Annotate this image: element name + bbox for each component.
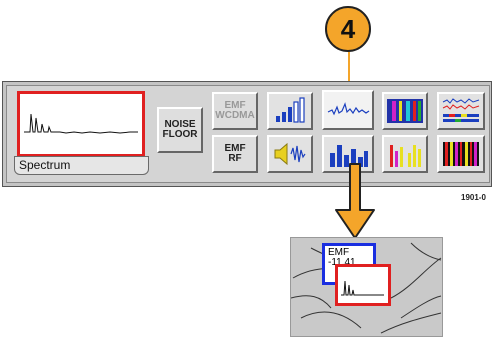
noise-floor-button[interactable]: NOISE FLOOR — [157, 107, 203, 153]
step-callout: 4 — [325, 6, 371, 52]
noise-floor-label-2: FLOOR — [162, 129, 198, 140]
spectrogram-waveform-button[interactable] — [322, 90, 374, 130]
multi-trace-icon — [442, 98, 480, 122]
audio-button[interactable] — [267, 135, 313, 173]
figure-top-label: 1901-010 — [228, 0, 262, 2]
signal-bars-icon — [276, 97, 305, 123]
emf-rf-label-2: RF — [228, 153, 242, 164]
color-spectrogram-button[interactable] — [382, 92, 428, 130]
figure-reference-id: 1901-0 — [461, 193, 486, 202]
multi-trace-button[interactable] — [437, 92, 485, 130]
colored-stripes-icon — [443, 142, 479, 166]
selected-mode-thumbnail[interactable] — [17, 91, 145, 157]
emf-wcdma-button[interactable]: EMF WCDMA — [212, 92, 258, 130]
down-arrow-icon — [335, 163, 375, 239]
signal-bars-button[interactable] — [267, 92, 313, 130]
spectrum-trace-small-icon — [341, 280, 384, 296]
spectrum-window — [335, 264, 391, 306]
emf-rf-button[interactable]: EMF RF — [212, 135, 258, 173]
spectrogram-waveform-icon — [327, 102, 370, 116]
color-spectrogram-icon — [387, 99, 423, 123]
audio-speaker-icon — [274, 142, 306, 166]
spectrum-trace-icon — [24, 113, 138, 134]
emf-wcdma-label-2: WCDMA — [215, 110, 255, 121]
colored-stripes-button[interactable] — [437, 135, 485, 173]
selected-mode-label: Spectrum — [14, 156, 149, 175]
